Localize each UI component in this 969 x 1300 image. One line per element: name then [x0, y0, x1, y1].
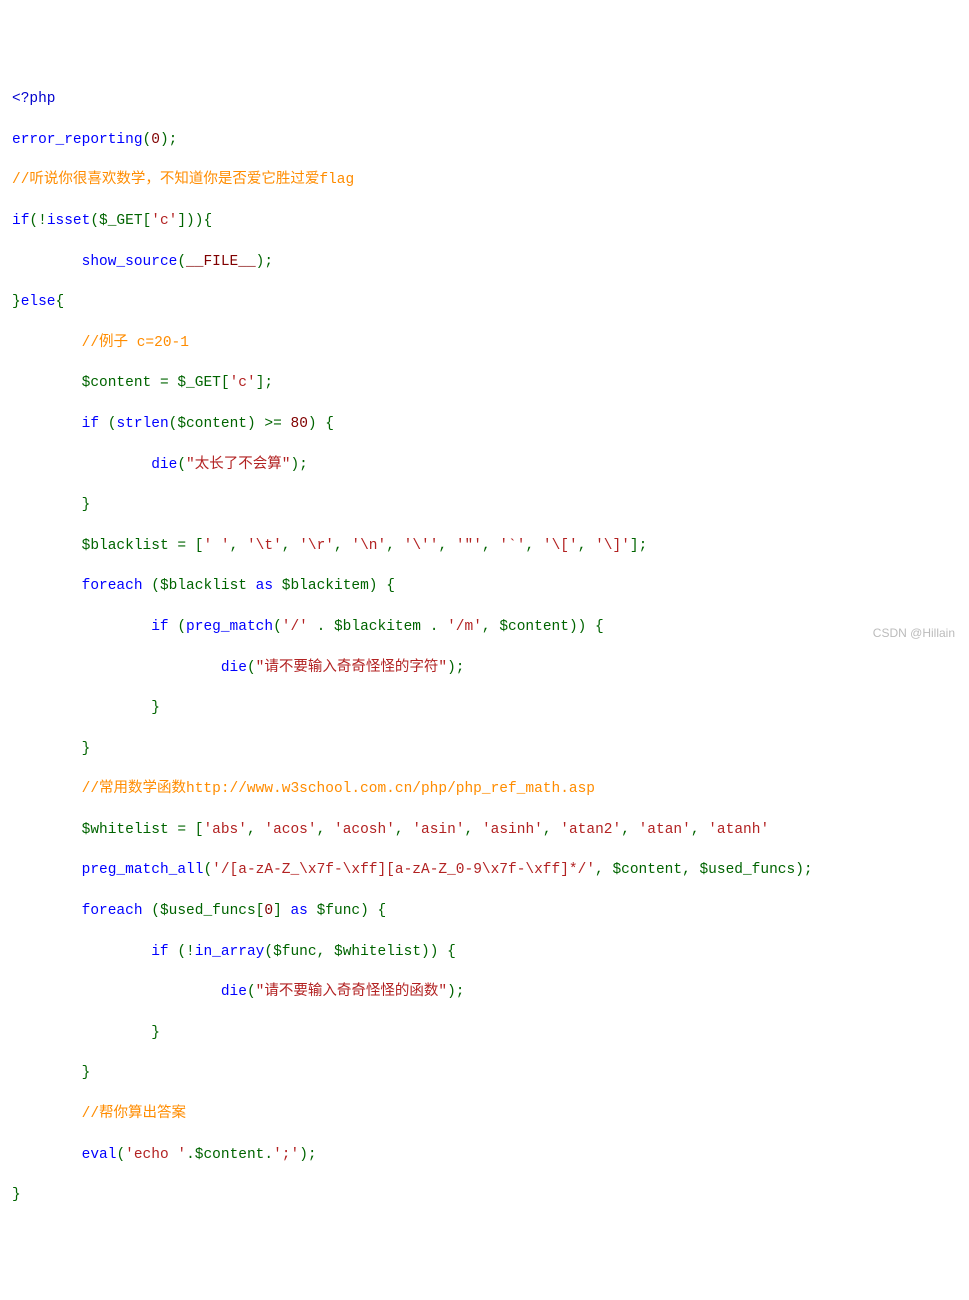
comment: //例子 c=20-1 [82, 335, 189, 351]
func-call: error_reporting [12, 132, 143, 148]
code-line: die("太长了不会算"); [12, 455, 957, 475]
code-line: if(!isset($_GET['c'])){ [12, 211, 957, 231]
code-line: $blacklist = [' ', '\t', '\r', '\n', '\'… [12, 536, 957, 556]
php-open-tag: <?php [12, 91, 56, 107]
code-line: if (preg_match('/' . $blackitem . '/m', … [12, 617, 957, 637]
comment: //帮你算出答案 [82, 1106, 186, 1122]
code-line: //常用数学函数http://www.w3school.com.cn/php/p… [12, 779, 957, 799]
code-line: //例子 c=20-1 [12, 333, 957, 353]
code-line: preg_match_all('/[a-zA-Z_\x7f-\xff][a-zA… [12, 860, 957, 880]
code-line: if (strlen($content) >= 80) { [12, 414, 957, 434]
code-line: } [12, 1023, 957, 1043]
code-line: //帮你算出答案 [12, 1104, 957, 1124]
code-line: foreach ($blacklist as $blackitem) { [12, 576, 957, 596]
code-line: } [12, 698, 957, 718]
code-line: } [12, 739, 957, 759]
code-line: die("请不要输入奇奇怪怪的函数"); [12, 982, 957, 1002]
code-line: //听说你很喜欢数学，不知道你是否爱它胜过爱flag [12, 170, 957, 190]
code-line: error_reporting(0); [12, 130, 957, 150]
code-line: } [12, 1185, 957, 1205]
code-line: if (!in_array($func, $whitelist)) { [12, 942, 957, 962]
code-line: <?php [12, 89, 957, 109]
code-line: eval('echo '.$content.';'); [12, 1145, 957, 1165]
code-line: $whitelist = ['abs', 'acos', 'acosh', 'a… [12, 820, 957, 840]
code-line: } [12, 1063, 957, 1083]
code-line: } [12, 495, 957, 515]
code-line: show_source(__FILE__); [12, 252, 957, 272]
code-line: }else{ [12, 292, 957, 312]
comment: //听说你很喜欢数学，不知道你是否爱它胜过爱flag [12, 172, 354, 188]
code-line: foreach ($used_funcs[0] as $func) { [12, 901, 957, 921]
watermark: CSDN @Hillain [873, 625, 955, 642]
comment: //常用数学函数http://www.w3school.com.cn/php/p… [82, 781, 595, 797]
code-line: $content = $_GET['c']; [12, 373, 957, 393]
code-line: die("请不要输入奇奇怪怪的字符"); [12, 658, 957, 678]
